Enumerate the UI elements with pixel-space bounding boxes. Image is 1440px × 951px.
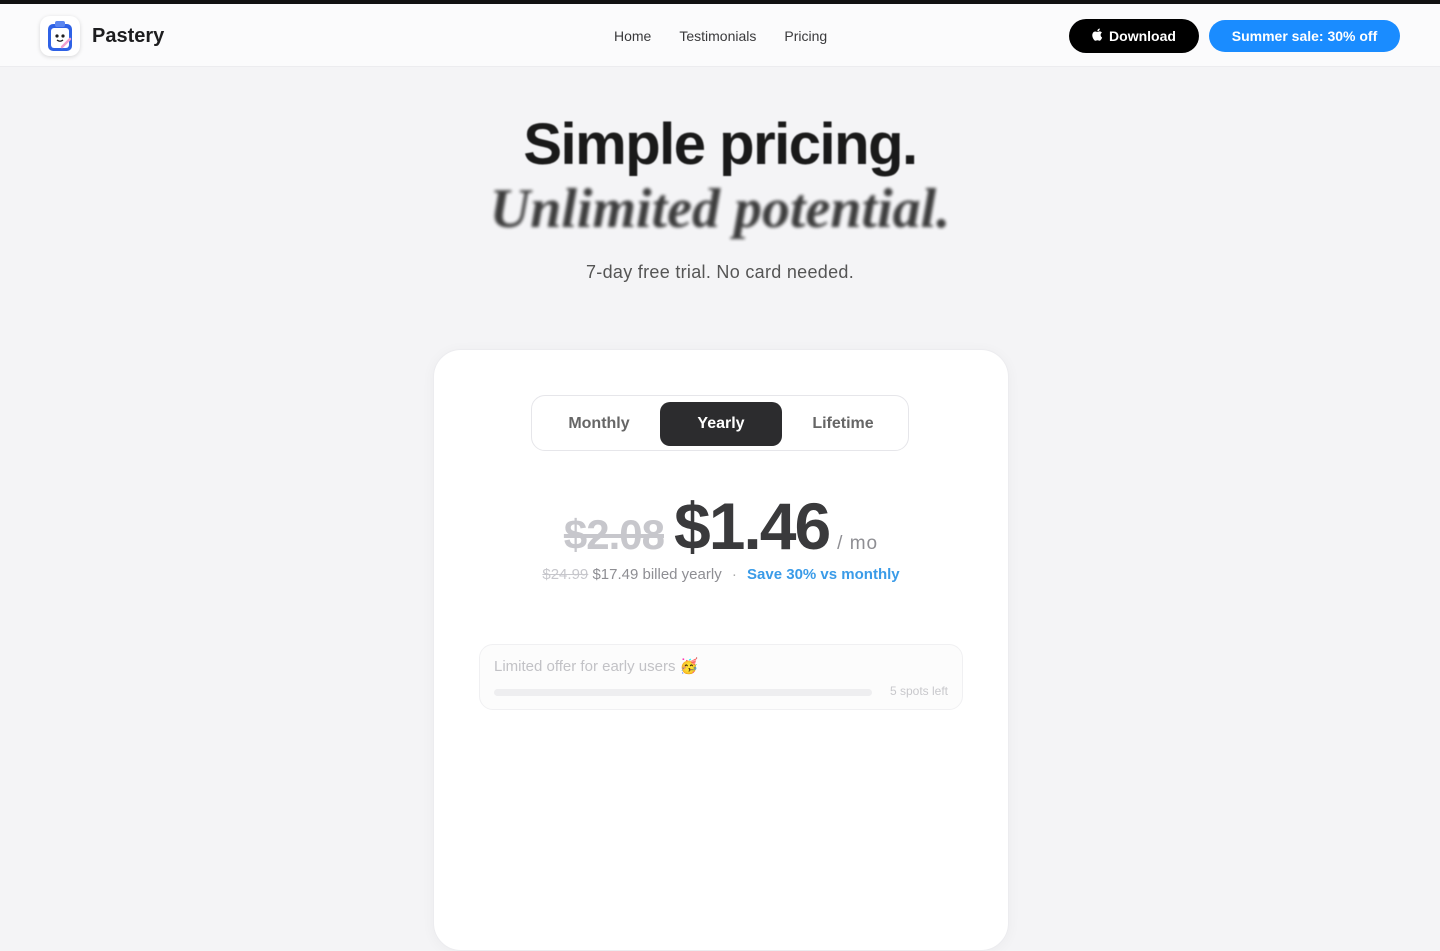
billing-details: $24.99 $17.49 billed yearly · Save 30% v…	[434, 566, 1008, 583]
pricing-card: Monthly Yearly Lifetime $2.08 $1.46 / mo…	[433, 349, 1009, 951]
apple-icon	[1092, 28, 1103, 44]
hero-section: Simple pricing. Unlimited potential. 7-d…	[0, 112, 1440, 283]
limited-offer-box: Limited offer for early users 🥳 5 spots …	[479, 644, 963, 710]
brand-name: Pastery	[92, 24, 165, 47]
clipboard-app-icon	[40, 16, 80, 56]
download-label: Download	[1109, 28, 1176, 44]
nav-home[interactable]: Home	[614, 28, 651, 44]
billing-original: $24.99	[542, 566, 589, 583]
billing-current: $17.49 billed yearly	[592, 566, 722, 583]
current-price: $1.46	[673, 489, 831, 563]
nav-testimonials[interactable]: Testimonials	[679, 28, 756, 44]
download-button[interactable]: Download	[1069, 19, 1199, 53]
tab-lifetime[interactable]: Lifetime	[782, 402, 904, 446]
nav-pricing[interactable]: Pricing	[784, 28, 827, 44]
billing-period-toggle: Monthly Yearly Lifetime	[531, 395, 909, 451]
billing-separator: ·	[731, 566, 737, 583]
summer-sale-button[interactable]: Summer sale: 30% off	[1209, 20, 1400, 52]
main-nav: Home Testimonials Pricing	[614, 4, 827, 67]
price-row: $2.08 $1.46 / mo	[434, 488, 1008, 564]
original-price: $2.08	[563, 511, 665, 558]
site-header: Pastery Home Testimonials Pricing Downlo…	[0, 4, 1440, 67]
tab-monthly[interactable]: Monthly	[538, 402, 660, 446]
hero-title: Simple pricing.	[523, 112, 918, 177]
savings-label: Save 30% vs monthly	[747, 566, 900, 583]
offer-title: Limited offer for early users 🥳	[494, 658, 699, 675]
price-unit: / mo	[837, 533, 879, 554]
brand[interactable]: Pastery	[40, 16, 164, 56]
spots-progress-bar	[494, 689, 872, 696]
spots-left: 5 spots left	[889, 684, 948, 698]
tab-yearly[interactable]: Yearly	[660, 402, 782, 446]
trial-note: 7-day free trial. No card needed.	[585, 262, 855, 282]
hero-subtitle: Unlimited potential.	[489, 178, 951, 240]
